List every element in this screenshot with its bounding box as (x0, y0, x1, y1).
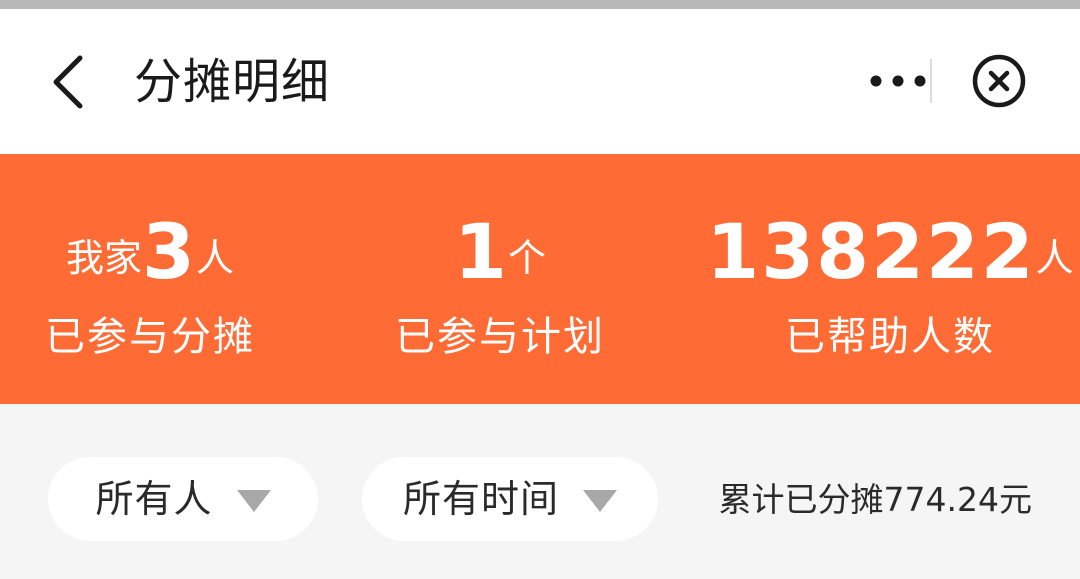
more-button[interactable] (866, 46, 930, 116)
stat-plans-joined: 1 个 已参与计划 (370, 154, 630, 404)
stat-value: 1 个 (370, 212, 630, 292)
stat-label: 已参与分摊 (45, 314, 255, 360)
dropdown-triangle-icon (583, 490, 617, 512)
top-navigation-bar: 分摊明细 (0, 9, 1080, 154)
stat-number: 1 (454, 207, 508, 296)
more-dots-icon (870, 75, 926, 87)
dropdown-triangle-icon (236, 490, 271, 512)
stat-number: 3 (142, 207, 196, 296)
filter-bar: 所有人 所有时间 累计已分摊774.24元 (0, 404, 1080, 579)
stat-label: 已参与计划 (395, 314, 605, 360)
stat-family-members: 我家 3 人 已参与分摊 (30, 154, 270, 404)
stat-value: 138222 人 (706, 212, 1073, 292)
mini-program-capsule (866, 37, 1046, 125)
time-filter-dropdown[interactable]: 所有时间 (362, 457, 658, 541)
status-strip (0, 0, 1080, 9)
stat-value: 我家 3 人 (30, 212, 270, 292)
total-shared-amount: 累计已分摊774.24元 (718, 480, 1032, 519)
stats-banner: 我家 3 人 已参与分摊 1 个 已参与计划 138222 人 已帮助人数 (0, 154, 1080, 404)
stat-unit: 个 (507, 236, 546, 280)
stat-unit: 人 (1035, 236, 1074, 280)
people-filter-dropdown[interactable]: 所有人 (48, 457, 318, 541)
back-button[interactable] (38, 47, 98, 117)
close-circle-icon (972, 54, 1026, 108)
stat-number: 138222 (706, 207, 1036, 296)
page-title: 分摊明细 (134, 54, 331, 110)
back-arrow-icon (53, 55, 83, 109)
stat-unit: 人 (195, 236, 234, 280)
capsule-divider (930, 59, 932, 103)
people-filter-label: 所有人 (95, 477, 213, 521)
stat-label: 已帮助人数 (785, 314, 995, 360)
close-button[interactable] (964, 46, 1034, 116)
stat-prefix: 我家 (66, 236, 143, 280)
time-filter-label: 所有时间 (402, 477, 559, 521)
stat-people-helped: 138222 人 已帮助人数 (706, 154, 1073, 404)
